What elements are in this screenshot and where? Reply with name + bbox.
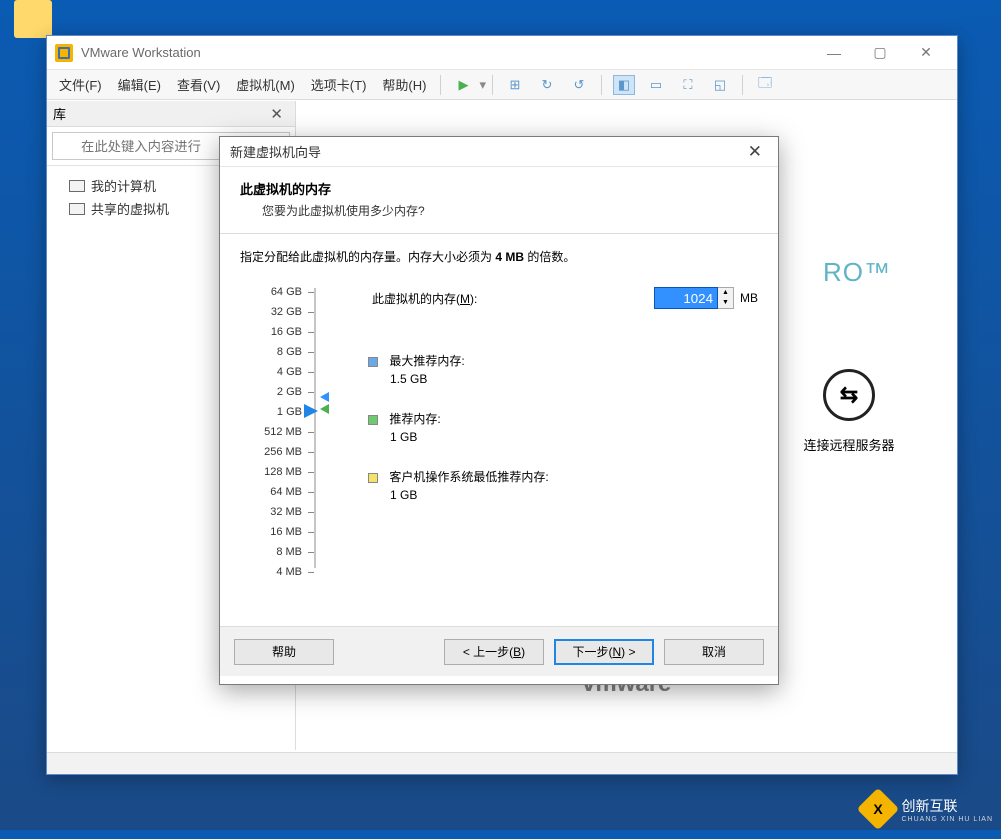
memory-slider-track[interactable] [314, 288, 316, 568]
rec-recommended: 推荐内存: 1 GB [368, 410, 549, 444]
memory-tick-labels: 64 GB 32 GB 16 GB 8 GB 4 GB 2 GB 1 GB 51… [236, 282, 320, 582]
titlebar[interactable]: VMware Workstation — ▢ ✕ [47, 36, 957, 70]
memory-label: 此虚拟机的内存(M): [372, 290, 477, 307]
pro-badge: RO™ [823, 257, 891, 288]
tick-label: 4 MB [236, 562, 320, 582]
yellow-square-icon [368, 473, 378, 483]
memory-spinner[interactable]: ▲▼ [718, 287, 734, 309]
tick-label: 8 MB [236, 542, 320, 562]
tick-label: 4 GB [236, 362, 320, 382]
tick-label: 512 MB [236, 422, 320, 442]
next-button[interactable]: 下一步(N) > [554, 639, 654, 665]
connect-remote-server[interactable]: ⇆ 连接远程服务器 [783, 369, 915, 454]
tick-label: 16 GB [236, 322, 320, 342]
app-icon [55, 44, 73, 62]
tree-item-label: 共享的虚拟机 [91, 199, 169, 218]
remote-server-icon: ⇆ [823, 369, 875, 421]
shared-icon [69, 203, 85, 215]
back-button[interactable]: < 上一步(B) [444, 639, 544, 665]
new-vm-wizard: 新建虚拟机向导 ✕ 此虚拟机的内存 您要为此虚拟机使用多少内存? 指定分配给此虚… [219, 136, 779, 685]
cancel-button[interactable]: 取消 [664, 639, 764, 665]
toolbar-unity-icon[interactable]: ◱ [709, 75, 731, 95]
toolbar-fullscreen-icon[interactable]: ⛶ [677, 75, 699, 95]
watermark-icon [857, 788, 899, 830]
library-close-icon[interactable]: ✕ [264, 105, 289, 123]
wizard-body: 指定分配给此虚拟机的内存量。内存大小必须为 4 MB 的倍数。 此虚拟机的内存(… [220, 234, 778, 626]
memory-unit: MB [740, 291, 758, 305]
tick-label: 8 GB [236, 342, 320, 362]
wizard-close-icon[interactable]: ✕ [742, 140, 768, 164]
green-square-icon [368, 415, 378, 425]
tree-item-label: 我的计算机 [91, 176, 156, 195]
recommendations: 最大推荐内存: 1.5 GB 推荐内存: 1 GB 客户机操作系统最低推荐内存:… [368, 352, 549, 526]
menubar: 文件(F) 编辑(E) 查看(V) 虚拟机(M) 选项卡(T) 帮助(H) ▶▾… [47, 70, 957, 100]
menu-view[interactable]: 查看(V) [169, 71, 228, 98]
help-button[interactable]: 帮助 [234, 639, 334, 665]
library-header: 库 ✕ [47, 101, 295, 127]
computer-icon [69, 180, 85, 192]
tick-label: 64 MB [236, 482, 320, 502]
rec-min: 客户机操作系统最低推荐内存: 1 GB [368, 468, 549, 502]
wizard-titlebar[interactable]: 新建虚拟机向导 ✕ [220, 137, 778, 167]
wizard-buttons: 帮助 < 上一步(B) 下一步(N) > 取消 [220, 626, 778, 676]
menu-help[interactable]: 帮助(H) [374, 71, 434, 98]
wizard-heading: 此虚拟机的内存 [240, 179, 758, 198]
watermark-sub: CHUANG XIN HU LIAN [901, 816, 993, 823]
menu-file[interactable]: 文件(F) [51, 71, 110, 98]
library-label: 库 [53, 104, 66, 123]
toolbar-icon-3[interactable]: ↺ [568, 75, 590, 95]
marker-rec [320, 404, 329, 417]
menu-tabs[interactable]: 选项卡(T) [303, 71, 375, 98]
tick-label: 64 GB [236, 282, 320, 302]
menu-vm[interactable]: 虚拟机(M) [228, 71, 303, 98]
toolbar-library-icon[interactable]: 🗔 [754, 75, 776, 95]
memory-input[interactable] [654, 287, 718, 309]
play-icon[interactable]: ▶ [452, 75, 474, 95]
rec-max: 最大推荐内存: 1.5 GB [368, 352, 549, 386]
tick-label: 256 MB [236, 442, 320, 462]
tick-label: 2 GB [236, 382, 320, 402]
toolbar-icon-1[interactable]: ⊞ [504, 75, 526, 95]
remote-server-label: 连接远程服务器 [783, 435, 915, 454]
wizard-subheading: 您要为此虚拟机使用多少内存? [262, 202, 758, 219]
toolbar-sidebar-icon[interactable]: ◧ [613, 75, 635, 95]
statusbar [47, 752, 957, 774]
minimize-button[interactable]: — [811, 39, 857, 67]
window-title: VMware Workstation [81, 45, 201, 60]
wizard-header: 此虚拟机的内存 您要为此虚拟机使用多少内存? [220, 167, 778, 234]
maximize-button[interactable]: ▢ [857, 39, 903, 67]
wizard-title: 新建虚拟机向导 [230, 142, 321, 161]
memory-input-row: 此虚拟机的内存(M): ▲▼ MB [372, 287, 758, 309]
wizard-description: 指定分配给此虚拟机的内存量。内存大小必须为 4 MB 的倍数。 [240, 248, 758, 265]
close-button[interactable]: ✕ [903, 39, 949, 67]
toolbar-icon-2[interactable]: ↻ [536, 75, 558, 95]
memory-slider-thumb[interactable] [304, 404, 318, 418]
menu-edit[interactable]: 编辑(E) [110, 71, 169, 98]
tick-label: 32 MB [236, 502, 320, 522]
watermark-brand: 创新互联 [901, 796, 993, 816]
tick-label: 16 MB [236, 522, 320, 542]
tick-label: 32 GB [236, 302, 320, 322]
toolbar-console-icon[interactable]: ▭ [645, 75, 667, 95]
tick-label: 128 MB [236, 462, 320, 482]
blue-square-icon [368, 357, 378, 367]
watermark: 创新互联 CHUANG XIN HU LIAN [863, 794, 993, 824]
